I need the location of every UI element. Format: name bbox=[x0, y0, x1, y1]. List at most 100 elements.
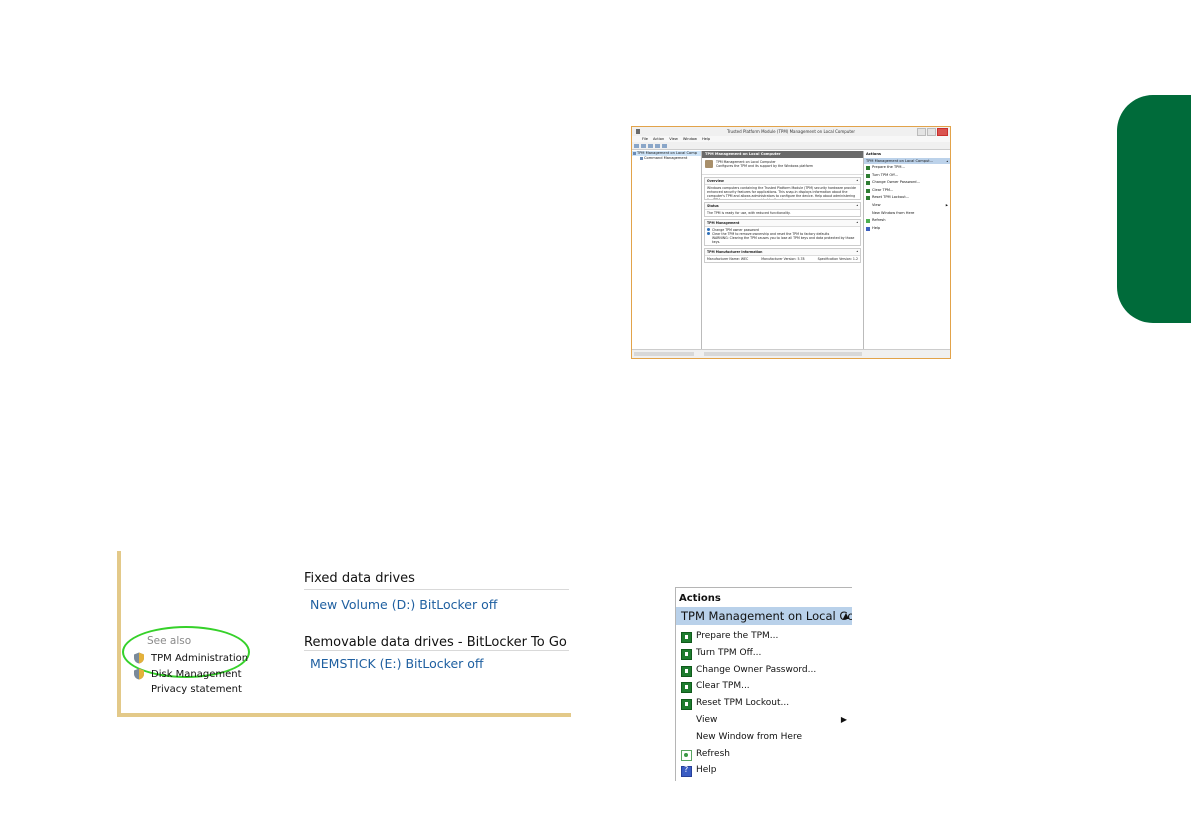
action-label: Turn TPM Off... bbox=[872, 172, 899, 177]
details-intro: TPM Management on Local Computer Configu… bbox=[702, 158, 863, 175]
overview-text: Windows computers containing the Trusted… bbox=[707, 186, 856, 199]
action-refresh[interactable]: Refresh bbox=[864, 217, 950, 225]
action-new-window[interactable]: New Window from Here bbox=[676, 729, 852, 746]
tpm-action-icon bbox=[681, 648, 692, 660]
action-reset-tpm-lockout[interactable]: Reset TPM Lockout... bbox=[864, 194, 950, 202]
actions-subheader-label: TPM Management on Local Comput... bbox=[681, 609, 852, 623]
window-title: Trusted Platform Module (TPM) Management… bbox=[726, 129, 855, 134]
manufacturer-row: Manufacturer Name: WEC Manufacturer Vers… bbox=[705, 256, 860, 262]
tpm-administration-label: TPM Administration bbox=[151, 652, 249, 664]
disk-management-label: Disk Management bbox=[151, 668, 242, 680]
action-help[interactable]: Help bbox=[864, 225, 950, 233]
action-label: Refresh bbox=[696, 748, 730, 759]
menu-action[interactable]: Action bbox=[653, 136, 664, 142]
action-change-owner-password[interactable]: Change Owner Password... bbox=[676, 662, 852, 679]
tpm-management-title[interactable]: TPM Management bbox=[705, 220, 860, 227]
action-label: Turn TPM Off... bbox=[696, 647, 762, 658]
action-turn-tpm-off[interactable]: Turn TPM Off... bbox=[864, 172, 950, 180]
bullet-icon bbox=[707, 232, 710, 235]
fixed-drives-heading: Fixed data drives bbox=[304, 571, 415, 586]
action-view[interactable]: View ▶ bbox=[864, 202, 950, 210]
action-label: Change Owner Password... bbox=[872, 180, 920, 185]
action-clear-tpm[interactable]: Clear TPM... bbox=[676, 678, 852, 695]
action-label: Refresh bbox=[872, 218, 886, 223]
actions-pane-small: Actions TPM Management on Local Comput..… bbox=[863, 151, 950, 350]
collapse-caret-icon[interactable]: ▲ bbox=[843, 607, 849, 625]
divider bbox=[304, 650, 569, 651]
action-label: Help bbox=[696, 765, 717, 776]
tpm-chip-icon bbox=[705, 160, 713, 168]
tpm-action-icon bbox=[681, 632, 692, 643]
submenu-arrow-icon: ▶ bbox=[945, 202, 948, 207]
shield-icon bbox=[134, 652, 144, 664]
removable-drive-link[interactable]: MEMSTICK (E:) BitLocker off bbox=[310, 656, 484, 671]
action-help[interactable]: Help bbox=[676, 762, 852, 779]
status-text: The TPM is ready for use, with reduced f… bbox=[707, 211, 791, 215]
action-label: New Window from Here bbox=[872, 210, 915, 215]
tpm-action-icon bbox=[681, 682, 692, 694]
properties-icon[interactable] bbox=[662, 143, 667, 148]
help-icon[interactable] bbox=[655, 143, 660, 148]
overview-title[interactable]: Overview bbox=[705, 178, 860, 185]
bullet-icon bbox=[707, 228, 710, 231]
action-label: Clear TPM... bbox=[696, 681, 750, 692]
maximize-button[interactable] bbox=[927, 128, 936, 136]
back-icon[interactable] bbox=[634, 143, 639, 148]
actions-pane: Actions TPM Management on Local Comput..… bbox=[675, 587, 852, 781]
action-label: Prepare the TPM... bbox=[872, 165, 905, 169]
close-button[interactable] bbox=[937, 128, 948, 136]
status-title[interactable]: Status bbox=[705, 203, 860, 210]
action-label: Change Owner Password... bbox=[696, 664, 817, 675]
removable-drives-heading: Removable data drives - BitLocker To Go bbox=[304, 635, 567, 650]
show-tree-icon[interactable] bbox=[648, 143, 653, 148]
tpm-action-icon bbox=[681, 665, 692, 677]
submenu-arrow-icon: ▶ bbox=[840, 714, 847, 724]
action-label: Reset TPM Lockout... bbox=[696, 698, 790, 709]
actions-subheader[interactable]: TPM Management on Local Comput... ▲ bbox=[676, 607, 852, 625]
tpm-action-icon bbox=[866, 181, 870, 186]
fixed-drive-link[interactable]: New Volume (D:) BitLocker off bbox=[310, 597, 497, 612]
manufacturer-name: Manufacturer Name: WEC bbox=[707, 257, 749, 261]
status-bar bbox=[632, 349, 950, 358]
status-section: Status The TPM is ready for use, with re… bbox=[704, 202, 861, 217]
help-icon bbox=[681, 762, 692, 779]
forward-icon[interactable] bbox=[641, 143, 646, 148]
tpm-action-icon bbox=[866, 188, 870, 193]
action-prepare-tpm[interactable]: Prepare the TPM... bbox=[864, 164, 950, 172]
disk-management-link[interactable]: Disk Management bbox=[133, 668, 242, 680]
tree-scrollbar[interactable] bbox=[634, 352, 694, 356]
menu-window[interactable]: Window bbox=[683, 136, 697, 142]
blank-icon bbox=[866, 212, 870, 216]
help-icon bbox=[866, 226, 870, 231]
action-new-window[interactable]: New Window from Here bbox=[864, 210, 950, 218]
window-controls bbox=[917, 128, 948, 136]
menu-view[interactable]: View bbox=[669, 136, 678, 142]
details-scrollbar[interactable] bbox=[704, 352, 862, 356]
action-view[interactable]: View ▶ bbox=[676, 712, 852, 729]
details-pane: TPM Management on Local Computer TPM Man… bbox=[702, 151, 863, 350]
action-prepare-tpm[interactable]: Prepare the TPM... bbox=[676, 628, 852, 645]
privacy-statement-label: Privacy statement bbox=[151, 684, 242, 695]
action-label: View bbox=[872, 202, 881, 207]
tpm-action-icon bbox=[866, 196, 870, 201]
action-reset-tpm-lockout[interactable]: Reset TPM Lockout... bbox=[676, 695, 852, 712]
manufacturer-title[interactable]: TPM Manufacturer Information bbox=[705, 249, 860, 256]
action-refresh[interactable]: Refresh bbox=[676, 746, 852, 763]
action-change-owner-password[interactable]: Change Owner Password... bbox=[864, 179, 950, 187]
clear-warning: WARNING: Clearing the TPM causes you to … bbox=[712, 236, 855, 244]
action-label: Prepare the TPM... bbox=[696, 631, 779, 641]
menu-file[interactable]: File bbox=[642, 136, 648, 142]
details-header: TPM Management on Local Computer bbox=[702, 151, 863, 158]
privacy-statement-link[interactable]: Privacy statement bbox=[151, 684, 242, 695]
console-tree: TPM Management on Local Comp Command Man… bbox=[632, 151, 702, 350]
tree-node-command-management[interactable]: Command Management bbox=[632, 156, 701, 161]
menu-help[interactable]: Help bbox=[702, 136, 710, 142]
actions-header: Actions bbox=[679, 593, 721, 604]
refresh-icon bbox=[866, 219, 870, 224]
manufacturer-section: TPM Manufacturer Information Manufacture… bbox=[704, 248, 861, 263]
action-clear-tpm[interactable]: Clear TPM... bbox=[864, 187, 950, 195]
tpm-administration-link[interactable]: TPM Administration bbox=[133, 652, 248, 664]
action-turn-tpm-off[interactable]: Turn TPM Off... bbox=[676, 645, 852, 662]
minimize-button[interactable] bbox=[917, 128, 926, 136]
action-label: View bbox=[696, 714, 718, 725]
